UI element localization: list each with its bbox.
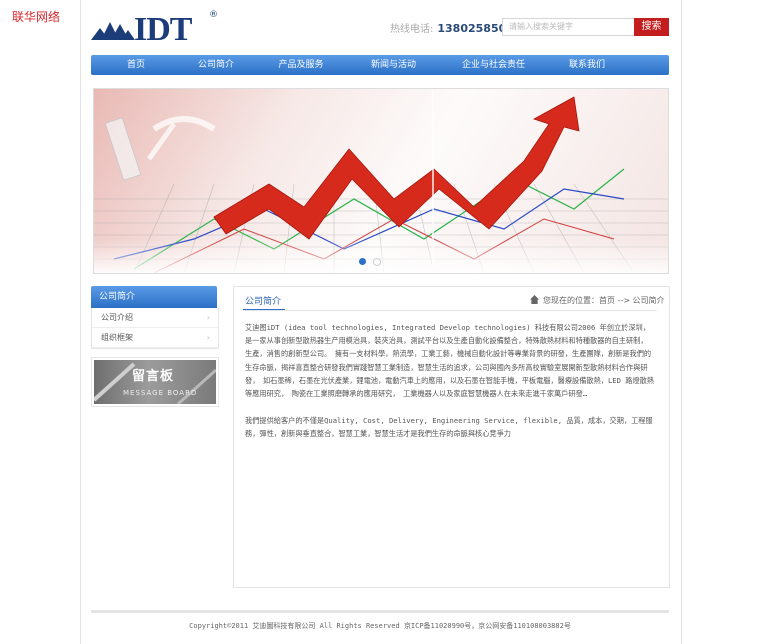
sidebar-item-label: 公司介绍 — [101, 313, 133, 322]
slide-dot-2[interactable] — [373, 258, 381, 266]
message-board-banner[interactable]: 留言板 MESSAGE BOARD — [91, 357, 219, 407]
sidebar-title: 公司简介 — [91, 286, 217, 308]
banner-graph-illustration — [94, 89, 668, 273]
nav-item-about[interactable]: 公司简介 — [181, 55, 251, 75]
hero-banner[interactable] — [93, 88, 669, 274]
nav-item-news[interactable]: 新闻与活动 — [351, 55, 436, 75]
breadcrumb-text: 您现在的位置：首页 --> 公司简介 — [543, 296, 665, 305]
nav-item-home[interactable]: 首页 — [91, 55, 181, 75]
search-input[interactable]: 请输入搜索关键字 — [502, 18, 640, 36]
page-title: 公司简介 — [245, 297, 282, 307]
divider — [243, 310, 657, 311]
article-paragraph: 艾迪图iDT (idea tool technologies, Integrat… — [245, 323, 655, 399]
sidebar-menu: 公司介绍 › 组织框架 › — [91, 308, 219, 349]
nav-item-csr[interactable]: 企业与社会责任 — [436, 55, 551, 75]
registered-mark: ® — [209, 10, 218, 20]
nav-item-products[interactable]: 产品及服务 — [251, 55, 351, 75]
hotline-label: 热线电话: — [390, 24, 434, 35]
chevron-right-icon: › — [206, 333, 210, 342]
article-paragraph: 我們提供給客户的不僅是Quality, Cost, Delivery, Engi… — [245, 416, 653, 439]
article-body: 艾迪图iDT (idea tool technologies, Integrat… — [245, 321, 657, 455]
breadcrumb: 您现在的位置：首页 --> 公司简介 — [543, 295, 665, 306]
nav-item-contact[interactable]: 联系我们 — [551, 55, 623, 75]
title-underline — [243, 309, 285, 310]
message-board-subtitle: MESSAGE BOARD — [123, 389, 198, 397]
sidebar-item-company-intro[interactable]: 公司介绍 › — [92, 308, 218, 328]
footer-copyright: Copyright©2011 艾迪圖科技有限公司 All Rights Rese… — [189, 622, 571, 630]
sidebar-item-organization[interactable]: 组织框架 › — [92, 328, 218, 348]
main-nav: 首页 公司简介 产品及服务 新闻与活动 企业与社会责任 联系我们 — [91, 55, 669, 75]
footer-divider — [91, 610, 669, 613]
sidebar-item-label: 组织框架 — [101, 333, 133, 342]
message-board-title: 留言板 — [132, 369, 175, 384]
logo-text[interactable]: IDT — [134, 11, 192, 49]
chevron-right-icon: › — [206, 313, 210, 322]
search-button[interactable]: 搜索 — [634, 18, 669, 36]
message-board-image: 留言板 MESSAGE BOARD — [94, 360, 216, 404]
site-brand-link[interactable]: 联华网络 — [12, 8, 60, 25]
slide-dot-1[interactable] — [359, 258, 366, 265]
home-icon — [530, 295, 539, 304]
